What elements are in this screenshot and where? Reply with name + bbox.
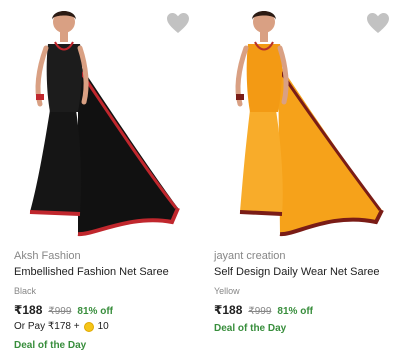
wishlist-button[interactable]: [166, 12, 190, 34]
deal-of-the-day-badge: Deal of the Day: [14, 340, 87, 351]
product-brand[interactable]: jayant creation: [214, 250, 286, 262]
product-image[interactable]: [0, 0, 200, 240]
product-card[interactable]: jayant creation Self Design Daily Wear N…: [200, 0, 400, 356]
product-brand[interactable]: Aksh Fashion: [14, 250, 81, 262]
discount-label: 81% off: [77, 306, 113, 317]
price-row: ₹188 ₹999 81% off: [14, 303, 113, 317]
product-card[interactable]: Aksh Fashion Embellished Fashion Net Sar…: [0, 0, 200, 356]
saree-model-image: [29, 11, 180, 237]
supercoin-icon: [83, 321, 94, 332]
original-price: ₹999: [48, 306, 72, 317]
pay-offer-text: Or Pay ₹178 +: [14, 321, 80, 332]
product-title[interactable]: Self Design Daily Wear Net Saree: [214, 266, 379, 278]
coin-count: 10: [97, 321, 109, 332]
product-image[interactable]: [200, 0, 400, 240]
heart-icon: [367, 13, 389, 33]
price-row: ₹188 ₹999 81% off: [214, 303, 313, 317]
selling-price: ₹188: [14, 303, 43, 317]
wishlist-button[interactable]: [366, 12, 390, 34]
product-color: Black: [14, 286, 37, 296]
selling-price: ₹188: [214, 303, 243, 317]
product-color: Yellow: [214, 286, 240, 296]
deal-of-the-day-badge: Deal of the Day: [214, 323, 287, 334]
product-title[interactable]: Embellished Fashion Net Saree: [14, 266, 169, 278]
saree-model-image: [235, 11, 384, 237]
product-grid: Aksh Fashion Embellished Fashion Net Sar…: [0, 0, 400, 356]
heart-icon: [167, 13, 189, 33]
original-price: ₹999: [248, 306, 272, 317]
supercoin-offer: Or Pay ₹178 + 10: [14, 321, 109, 332]
discount-label: 81% off: [277, 306, 313, 317]
